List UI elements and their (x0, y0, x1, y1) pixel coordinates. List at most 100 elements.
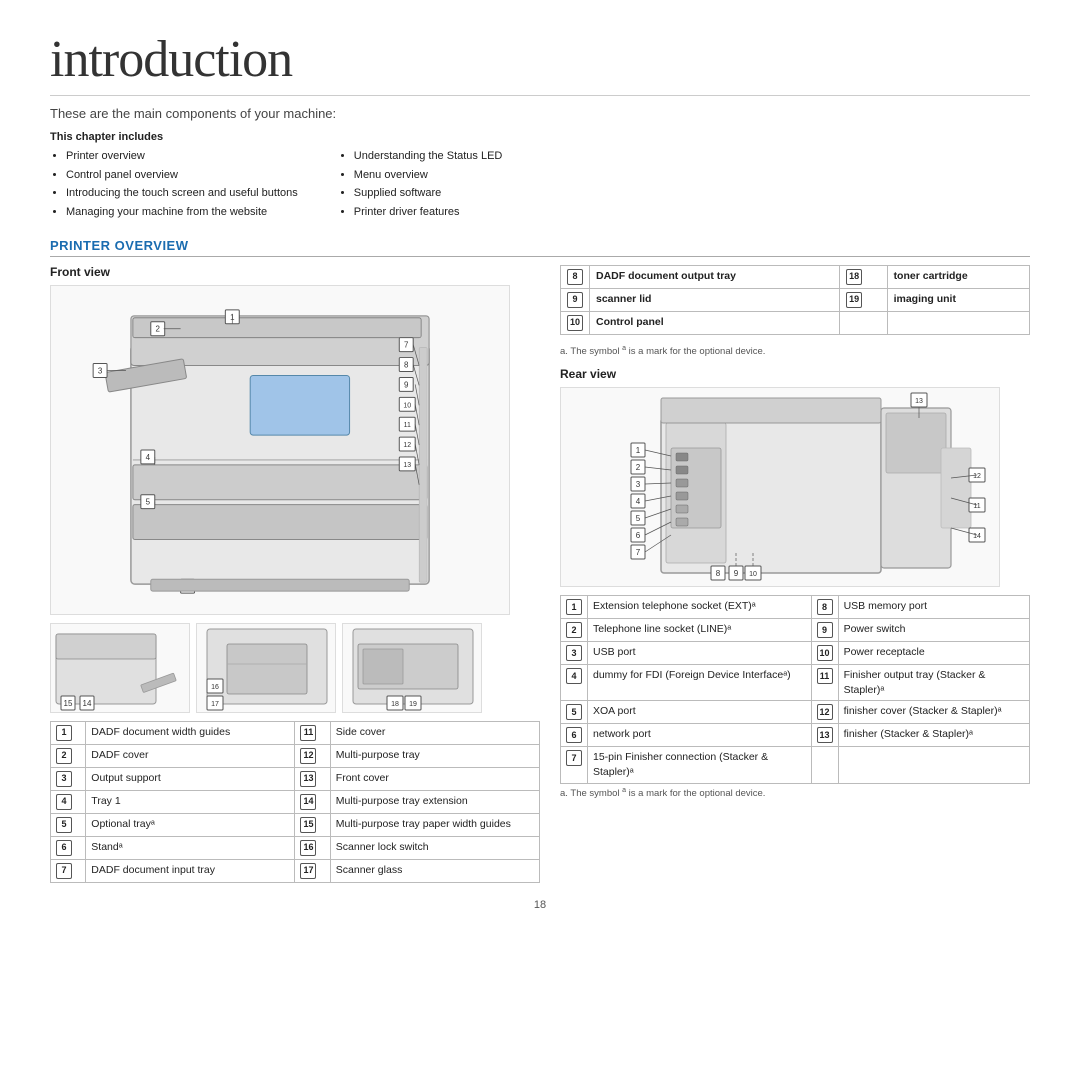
num-cell: 6 (51, 836, 86, 859)
small-diagram-1: 14 15 (50, 623, 190, 713)
num-cell: 11 (811, 664, 838, 700)
svg-text:14: 14 (83, 699, 92, 708)
front-parts-table: 1 DADF document width guides 11 Side cov… (50, 721, 540, 883)
svg-text:5: 5 (146, 497, 151, 506)
num-badge: 13 (300, 771, 316, 787)
svg-text:13: 13 (915, 398, 923, 405)
num-cell: 8 (561, 265, 590, 288)
num-cell: 9 (561, 288, 590, 311)
svg-text:2: 2 (156, 324, 161, 333)
num-cell (840, 311, 887, 334)
num-badge: 8 (817, 599, 833, 615)
table-row: 7 DADF document input tray 17 Scanner gl… (51, 859, 540, 882)
num-cell: 7 (561, 747, 588, 783)
front-printer-svg: 1 2 3 4 5 6 7 8 (51, 286, 509, 614)
right-chapter-list: Understanding the Status LED Menu overvi… (338, 147, 503, 222)
num-badge: 19 (846, 292, 862, 308)
num-badge: 4 (56, 794, 72, 810)
num-cell: 2 (561, 618, 588, 641)
label-cell: USB port (588, 641, 812, 664)
table-row: 1 DADF document width guides 11 Side cov… (51, 721, 540, 744)
num-cell: 12 (295, 744, 330, 767)
component-row: 10 Control panel (561, 311, 1030, 334)
num-badge: 11 (300, 725, 316, 741)
num-cell: 18 (840, 265, 887, 288)
label-cell: USB memory port (838, 595, 1029, 618)
label-cell: finisher cover (Stacker & Stapler)ᵃ (838, 701, 1029, 724)
num-badge: 17 (300, 863, 316, 879)
num-badge: 16 (300, 840, 316, 856)
svg-text:16: 16 (211, 684, 219, 691)
num-cell: 6 (561, 724, 588, 747)
num-badge: 12 (300, 748, 316, 764)
svg-text:7: 7 (636, 548, 641, 557)
num-badge: 3 (56, 771, 72, 787)
list-item: Printer driver features (354, 203, 503, 222)
table-row: 6 network port 13 finisher (Stacker & St… (561, 724, 1030, 747)
printer-overview-section-title: PRINTER OVERVIEW (50, 238, 1030, 257)
label-cell: Extension telephone socket (EXT)ᵃ (588, 595, 812, 618)
num-badge: 15 (300, 817, 316, 833)
label-cell: Power switch (838, 618, 1029, 641)
list-item: Supplied software (354, 184, 503, 203)
svg-text:12: 12 (973, 473, 981, 480)
svg-text:11: 11 (404, 422, 411, 429)
num-badge: 9 (817, 622, 833, 638)
svg-text:17: 17 (211, 701, 219, 708)
num-badge: 6 (566, 727, 582, 743)
rear-printer-svg: 1 2 3 4 5 6 7 8 9 10 (561, 388, 1000, 587)
num-badge: 14 (300, 794, 316, 810)
label-cell: scanner lid (590, 288, 840, 311)
num-badge: 1 (56, 725, 72, 741)
num-cell: 14 (295, 790, 330, 813)
component-row: 8 DADF document output tray 18 toner car… (561, 265, 1030, 288)
num-badge: 11 (817, 668, 833, 684)
front-view-title: Front view (50, 265, 540, 279)
num-badge: 2 (566, 622, 582, 638)
page-number: 18 (50, 899, 1030, 911)
num-cell: 7 (51, 859, 86, 882)
num-badge: 9 (567, 292, 583, 308)
label-cell: dummy for FDI (Foreign Device Interfaceᵃ… (588, 664, 812, 700)
label-cell: Telephone line socket (LINE)ᵃ (588, 618, 812, 641)
rear-view-diagram: 1 2 3 4 5 6 7 8 9 10 (560, 387, 1000, 587)
label-cell: DADF document output tray (590, 265, 840, 288)
front-view-diagram: 1 2 3 4 5 6 7 8 (50, 285, 510, 615)
svg-text:10: 10 (403, 402, 411, 409)
num-cell: 8 (811, 595, 838, 618)
table-row: 2 Telephone line socket (LINE)ᵃ 9 Power … (561, 618, 1030, 641)
label-cell: network port (588, 724, 812, 747)
label-cell: Output support (86, 767, 295, 790)
svg-text:19: 19 (409, 701, 417, 708)
label-cell: Multi-purpose tray extension (330, 790, 539, 813)
label-cell: Tray 1 (86, 790, 295, 813)
num-cell: 10 (811, 641, 838, 664)
label-cell: DADF document input tray (86, 859, 295, 882)
label-cell: Finisher output tray (Stacker & Stapler)… (838, 664, 1029, 700)
list-item: Managing your machine from the website (66, 203, 298, 222)
label-cell: imaging unit (887, 288, 1029, 311)
svg-text:9: 9 (404, 380, 409, 389)
small-diagram-2: 16 17 (196, 623, 336, 713)
svg-text:4: 4 (146, 453, 151, 462)
num-badge: 6 (56, 840, 72, 856)
num-cell: 19 (840, 288, 887, 311)
subtitle: These are the main components of your ma… (50, 106, 1030, 121)
num-cell: 4 (51, 790, 86, 813)
num-badge: 2 (56, 748, 72, 764)
table-row: 4 Tray 1 14 Multi-purpose tray extension (51, 790, 540, 813)
num-cell: 12 (811, 701, 838, 724)
table-row: 5 XOA port 12 finisher cover (Stacker & … (561, 701, 1030, 724)
small-diagram-3: 18 19 (342, 623, 482, 713)
table-row: 3 Output support 13 Front cover (51, 767, 540, 790)
table-row: 3 USB port 10 Power receptacle (561, 641, 1030, 664)
num-badge: 7 (56, 863, 72, 879)
chapter-includes-lists: Printer overview Control panel overview … (50, 147, 1030, 222)
num-cell (811, 747, 838, 783)
label-cell: Multi-purpose tray paper width guides (330, 813, 539, 836)
num-cell: 10 (561, 311, 590, 334)
num-cell: 9 (811, 618, 838, 641)
num-cell: 1 (561, 595, 588, 618)
label-cell: Control panel (590, 311, 840, 334)
component-row: 9 scanner lid 19 imaging unit (561, 288, 1030, 311)
